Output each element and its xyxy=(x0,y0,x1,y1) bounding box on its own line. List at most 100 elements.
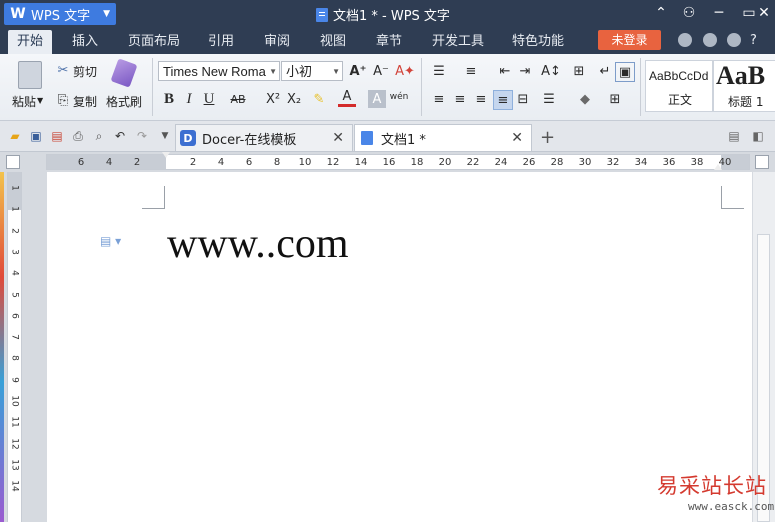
tab-references[interactable]: 引用 xyxy=(199,32,243,52)
numbered-list-icon[interactable]: ≡ xyxy=(462,62,480,80)
ruler-tick-label: 34 xyxy=(634,157,648,168)
export-pdf-icon[interactable]: ▤ xyxy=(49,128,65,144)
ruler-tick-label: 2 xyxy=(189,157,197,168)
paste-icon[interactable] xyxy=(18,61,42,89)
char-shading-icon[interactable]: A xyxy=(368,90,386,108)
tab-view[interactable]: 视图 xyxy=(311,32,355,52)
tab-special-features[interactable]: 特色功能 xyxy=(503,32,573,52)
paragraph-handle-icon[interactable]: ▤ ▾ xyxy=(100,234,121,248)
tab-stop-selector[interactable] xyxy=(6,155,20,169)
shirt-icon[interactable] xyxy=(727,33,741,47)
align-left-icon[interactable]: ≡ xyxy=(430,90,448,108)
bold-button[interactable]: B xyxy=(160,90,178,108)
tab-developer[interactable]: 开发工具 xyxy=(423,32,493,52)
vertical-ruler-tick-label: 8 xyxy=(9,355,20,362)
close-icon[interactable]: ✕ xyxy=(332,130,344,146)
underline-button[interactable]: U xyxy=(200,90,218,108)
line-spacing-icon[interactable]: ☰ xyxy=(540,90,558,108)
divider xyxy=(640,58,641,116)
ruler-tick-label: 22 xyxy=(466,157,480,168)
save-icon[interactable]: ▣ xyxy=(28,128,44,144)
distributed-icon[interactable]: ⊟ xyxy=(514,90,532,108)
divider xyxy=(152,58,153,116)
ruler-tick-label: 12 xyxy=(326,157,340,168)
bullet-list-icon[interactable]: ☰ xyxy=(430,62,448,80)
window-title-text: 文档1 * - WPS 文字 xyxy=(333,9,450,24)
minimize-button[interactable]: ─ xyxy=(710,4,728,22)
document-text[interactable]: www..com xyxy=(167,220,349,268)
open-icon[interactable]: ▰ xyxy=(7,128,23,144)
font-size-select[interactable]: 小初 ▼ xyxy=(281,61,343,81)
ruler-tick-label: 36 xyxy=(662,157,676,168)
skin-icon[interactable]: ⚇ xyxy=(680,4,698,22)
vertical-ruler-tick-label: 11 xyxy=(9,416,20,429)
increase-indent-icon[interactable]: ⇥ xyxy=(516,62,534,80)
align-center-icon[interactable]: ≡ xyxy=(451,90,469,108)
tab-insert[interactable]: 插入 xyxy=(63,32,107,52)
sidebar-toggle-icon[interactable]: ◧ xyxy=(750,128,766,144)
collapse-ribbon-icon[interactable]: ⌃ xyxy=(652,4,670,22)
grow-font-icon[interactable]: A⁺ xyxy=(349,62,367,80)
phonetic-guide-icon[interactable]: wén xyxy=(390,88,409,106)
app-menu-button[interactable]: W WPS 文字 ▼ xyxy=(4,3,116,25)
align-right-icon[interactable]: ≡ xyxy=(472,90,490,108)
right-indent-marker[interactable] xyxy=(714,164,722,170)
borders-icon[interactable]: ⊞ xyxy=(606,90,624,108)
clear-format-icon[interactable]: A✦ xyxy=(395,62,415,80)
copy-icon[interactable]: ⎘ xyxy=(54,91,72,109)
decrease-indent-icon[interactable]: ⇤ xyxy=(496,62,514,80)
paste-button[interactable]: 粘贴 xyxy=(12,93,36,110)
highlight-icon[interactable]: ✎ xyxy=(310,90,328,108)
first-line-indent-marker[interactable] xyxy=(162,152,170,158)
style-heading-1[interactable]: AaB 标题 1 xyxy=(713,60,775,112)
tab-section[interactable]: 章节 xyxy=(367,32,411,52)
font-name-select[interactable]: Times New Roma ▼ xyxy=(158,61,280,81)
sync-icon[interactable] xyxy=(703,33,717,47)
scissors-icon[interactable]: ✂ xyxy=(54,61,72,79)
document-tab-bar: ▰ ▣ ▤ ⎙ ⌕ ↶ ↷ ▼ D Docer-在线模板 ✕ 文档1 * ✕ +… xyxy=(0,121,775,152)
subscript-button[interactable]: X₂ xyxy=(284,90,304,108)
strikethrough-button[interactable]: AB xyxy=(226,90,250,108)
tab-review[interactable]: 审阅 xyxy=(255,32,299,52)
select-icon[interactable]: ▣ xyxy=(615,62,635,82)
style-normal[interactable]: AaBbCcDd 正文 xyxy=(645,60,713,112)
superscript-button[interactable]: X² xyxy=(263,90,283,108)
chevron-down-icon[interactable]: ▼ xyxy=(37,96,43,105)
help-button[interactable]: ? xyxy=(750,33,757,48)
copy-button[interactable]: 复制 xyxy=(73,93,97,110)
print-icon[interactable]: ⎙ xyxy=(70,128,86,144)
close-icon[interactable]: ✕ xyxy=(511,130,523,146)
tab-home[interactable]: 开始 xyxy=(8,30,53,54)
cloud-icon[interactable] xyxy=(678,33,692,47)
redo-icon[interactable]: ↷ xyxy=(134,128,150,144)
shrink-font-icon[interactable]: A⁻ xyxy=(372,62,390,80)
chevron-down-icon[interactable]: ▼ xyxy=(157,128,173,144)
show-marks-icon[interactable]: ↵ xyxy=(596,62,614,80)
undo-icon[interactable]: ↶ xyxy=(112,128,128,144)
tab-page-layout[interactable]: 页面布局 xyxy=(119,32,189,52)
tab-document-1[interactable]: 文档1 * ✕ xyxy=(354,124,532,151)
shading-icon[interactable]: ◆ xyxy=(576,90,594,108)
new-tab-button[interactable]: + xyxy=(540,127,555,148)
cut-button[interactable]: 剪切 xyxy=(73,63,97,80)
italic-button[interactable]: I xyxy=(180,90,198,108)
window-list-icon[interactable]: ▤ xyxy=(726,128,742,144)
tab-docer-templates[interactable]: D Docer-在线模板 ✕ xyxy=(175,124,353,151)
ruler-toggle-icon[interactable] xyxy=(755,155,769,169)
format-painter-button[interactable]: 格式刷 xyxy=(106,93,142,110)
table-icon[interactable]: ⊞ xyxy=(570,62,588,80)
app-name: WPS 文字 xyxy=(31,8,91,24)
justify-icon[interactable]: ≡ xyxy=(493,90,513,110)
print-preview-icon[interactable]: ⌕ xyxy=(91,128,107,144)
vertical-ruler-tick-label: 1 xyxy=(9,206,20,213)
vertical-ruler-strip: 1 1 2 3 4 5 6 7 8 9 10 11 12 13 14 xyxy=(7,172,22,522)
wps-logo-icon: W xyxy=(10,6,26,22)
format-painter-icon[interactable] xyxy=(110,58,138,88)
close-button[interactable]: ✕ xyxy=(755,4,773,22)
text-direction-icon[interactable]: A↕ xyxy=(541,62,561,80)
font-color-icon[interactable]: A xyxy=(338,89,356,107)
vertical-ruler-tick-label: 10 xyxy=(9,395,20,407)
login-button[interactable]: 未登录 xyxy=(598,30,661,50)
page[interactable]: ▤ ▾ www..com xyxy=(47,172,752,522)
vertical-ruler-tick-label: 9 xyxy=(9,376,20,383)
